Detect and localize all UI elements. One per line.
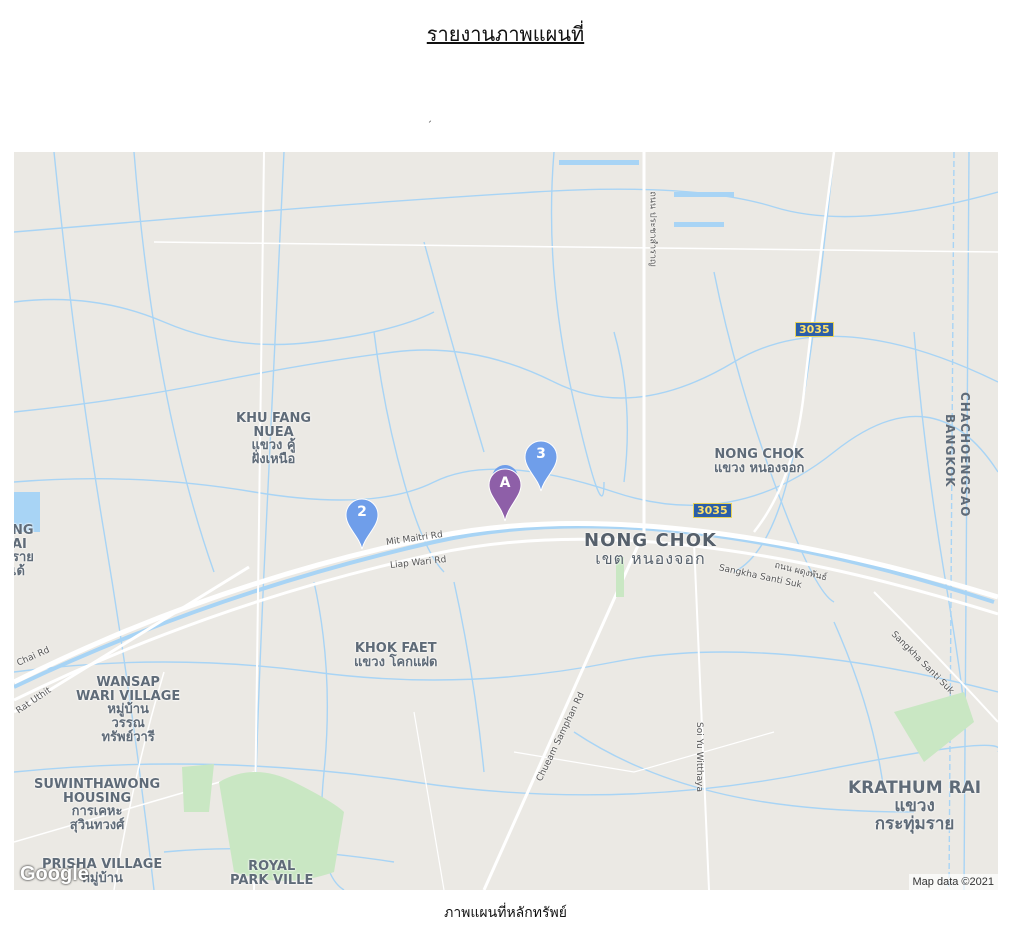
- province-bangkok-label: BANGKOK: [943, 414, 957, 488]
- area-khok-faet: KHOK FAET แขวง โคกแฝด: [354, 641, 438, 670]
- stray-mark: ˏ: [427, 112, 432, 123]
- page-title: รายงานภาพแผนที่: [426, 22, 585, 46]
- area-krathum-rai: KRATHUM RAI แขวง กระทุ่มราย: [848, 778, 982, 834]
- area-khu-fang-nuea: KHU FANG NUEA แขวง คู้ ฝั่งเหนือ: [236, 411, 312, 467]
- marker-label: 3: [536, 446, 546, 462]
- area-suwinthawong-housing: SUWINTHAWONG HOUSING การเคหะ สุวินทวงศ์: [34, 777, 161, 833]
- province-chachoengsao-label: CHACHOENGSAO: [958, 392, 972, 518]
- map-marker-a[interactable]: A: [488, 464, 522, 522]
- highway-shield-3035-south: 3035: [693, 503, 732, 518]
- marker-pin-icon: [488, 465, 522, 522]
- marker-label: 2: [357, 504, 367, 520]
- marker-label: A: [499, 475, 511, 491]
- map-caption: ภาพแผนที่หลักทรัพย์: [444, 905, 567, 921]
- road-thanon-prachasamran: ถนน ประชาสำราญ: [647, 191, 658, 267]
- road-soi-yu-witthaya: Soi Yu Witthaya: [693, 722, 704, 792]
- map-attribution[interactable]: Map data ©2021: [908, 874, 998, 890]
- map-marker-2[interactable]: 2: [345, 498, 379, 550]
- highway-shield-3035-north: 3035: [795, 322, 834, 337]
- area-wansap-wari-village: WANSAP WARI VILLAGE หมู่บ้าน วรรณ ทรัพย์…: [76, 675, 181, 745]
- map-view[interactable]: KHU FANG NUEA แขวง คู้ ฝั่งเหนือ NONG CH…: [14, 152, 998, 890]
- google-logo: Google: [20, 863, 89, 885]
- area-royal-park-ville: ROYAL PARK VILLE: [230, 859, 314, 888]
- area-nong-chok-subdistrict: NONG CHOK แขวง หนองจอก: [714, 447, 805, 476]
- map-marker-3[interactable]: 3: [524, 440, 558, 492]
- area-left-edge: NG AI ราย เด้: [14, 523, 34, 579]
- area-nong-chok-district: NONG CHOK เขต หนองจอก: [584, 530, 717, 568]
